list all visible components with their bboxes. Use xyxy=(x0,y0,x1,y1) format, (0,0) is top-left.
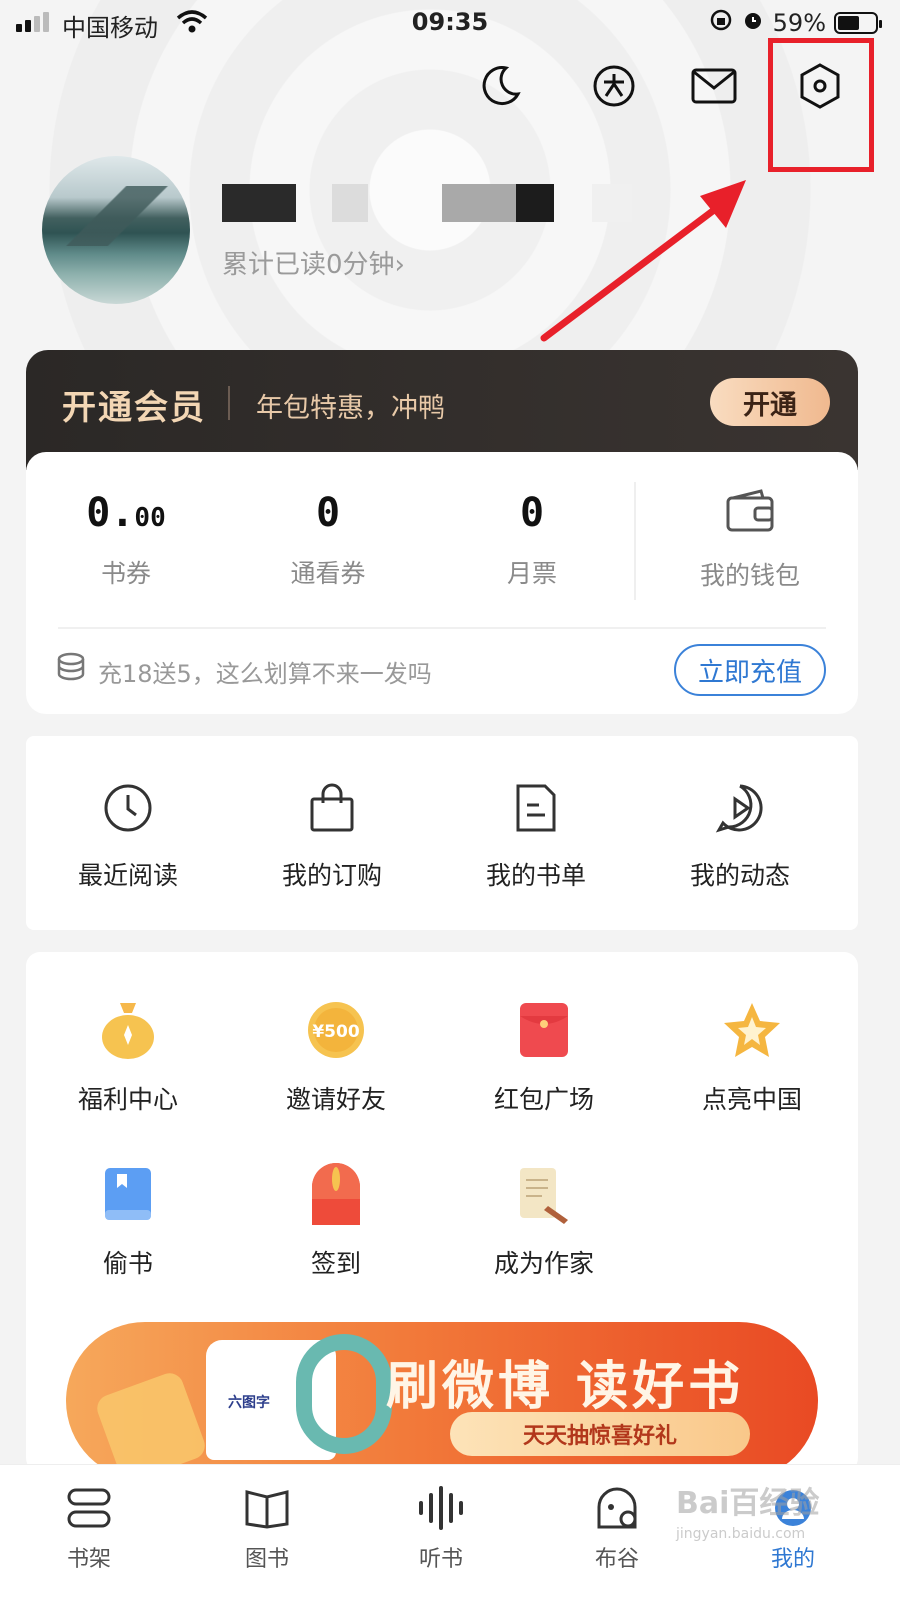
coin-500-icon: ¥500 xyxy=(236,998,436,1062)
banner-tagline: 天天抽惊喜好礼 xyxy=(450,1412,750,1456)
shortcut-label: 最近阅读 xyxy=(77,861,178,890)
my-wallet-button[interactable]: 我的钱包 xyxy=(650,488,850,592)
feature-become-writer[interactable]: 成为作家 xyxy=(444,1162,644,1280)
shortcuts-card: 最近阅读 我的订购 我的书单 我的动态 xyxy=(26,736,858,930)
recharge-promo-text: 充18送5，这么划算不来一发吗 xyxy=(98,660,432,688)
stat-label: 月票 xyxy=(506,559,557,588)
banner-headline: 刷微博 读好书 xyxy=(386,1357,745,1417)
feature-light-up-china[interactable]: 点亮中国 xyxy=(652,998,852,1116)
battery-icon xyxy=(834,12,882,34)
wallet-icon xyxy=(650,488,850,536)
reading-time-link[interactable]: 累计已读0分钟› xyxy=(222,244,405,281)
alarm-icon xyxy=(741,8,765,38)
mail-icon[interactable] xyxy=(684,56,744,116)
feature-label: 邀请好友 xyxy=(285,1085,386,1114)
red-envelope-icon xyxy=(444,998,644,1062)
book-icon xyxy=(28,1162,228,1226)
neck-fan-image xyxy=(296,1334,392,1454)
feature-label: 红包广场 xyxy=(493,1085,594,1114)
watermark-url: jingyan.baidu.com xyxy=(676,1526,806,1542)
stat-book-coupon[interactable]: 0.00 书券 xyxy=(26,490,226,590)
tab-label: 听书 xyxy=(418,1547,463,1572)
feature-label: 偷书 xyxy=(102,1249,153,1278)
wallet-card: 0.00 书券 0 通看券 0 月票 我的钱包 充18送5，这么划算不来一发吗 … xyxy=(26,452,858,714)
stat-value: 0 xyxy=(519,490,545,536)
soundwave-icon xyxy=(386,1483,496,1533)
tab-label: 书架 xyxy=(66,1547,111,1572)
star-icon xyxy=(652,998,852,1062)
stat-label: 书券 xyxy=(100,559,151,588)
feature-invite-friends[interactable]: ¥500 邀请好友 xyxy=(236,998,436,1116)
tab-books[interactable]: 图书 xyxy=(212,1483,322,1573)
stat-value-decimal: 00 xyxy=(134,503,166,533)
stat-monthly-ticket[interactable]: 0 月票 xyxy=(432,490,632,590)
baidu-watermark: Bai百经验 jingyan.baidu.com xyxy=(676,1478,819,1542)
shortcut-label: 我的书单 xyxy=(485,861,586,890)
status-bar: 中国移动 09:35 59% xyxy=(0,0,900,46)
stat-pass-coupon[interactable]: 0 通看券 xyxy=(228,490,428,590)
tab-audiobooks[interactable]: 听书 xyxy=(386,1483,496,1573)
feature-welfare-center[interactable]: 福利中心 xyxy=(28,998,228,1116)
stat-divider xyxy=(634,482,636,600)
shortcut-my-orders[interactable]: 我的订购 xyxy=(232,780,432,892)
tab-label: 图书 xyxy=(244,1547,289,1572)
promo-banner[interactable]: 六图字 刷微博 读好书 天天抽惊喜好礼 xyxy=(66,1322,818,1480)
vip-subtitle: 年包特惠，冲鸭 xyxy=(256,393,445,424)
shortcut-my-activity[interactable]: 我的动态 xyxy=(640,780,840,892)
feature-label: 成为作家 xyxy=(493,1249,594,1278)
feature-steal-book[interactable]: 偷书 xyxy=(28,1162,228,1280)
username-redacted xyxy=(222,184,642,222)
checkin-icon xyxy=(236,1162,436,1226)
tshirt-text: 六图字 xyxy=(228,1395,270,1411)
recharge-button[interactable]: 立即充值 xyxy=(674,644,826,696)
bird-icon xyxy=(562,1483,672,1533)
feature-red-envelope-square[interactable]: 红包广场 xyxy=(444,998,644,1116)
tab-bookshelf[interactable]: 书架 xyxy=(34,1483,144,1573)
shortcut-label: 我的订购 xyxy=(281,861,382,890)
stat-value: 0 xyxy=(315,490,341,536)
coin-stack-icon xyxy=(56,652,86,686)
battery-percent: 59% xyxy=(772,9,826,37)
vip-title: 开通会员 xyxy=(62,388,206,428)
shopping-bag-icon xyxy=(232,780,432,836)
bookshelf-icon xyxy=(34,1483,144,1533)
open-book-icon xyxy=(212,1483,322,1533)
scroll-pen-icon xyxy=(444,1162,644,1226)
pace-icon[interactable] xyxy=(584,56,644,116)
feature-check-in[interactable]: 签到 xyxy=(236,1162,436,1280)
feature-label: 福利中心 xyxy=(77,1085,178,1114)
chevron-right-icon: › xyxy=(394,250,405,280)
reading-time-text: 累计已读0分钟 xyxy=(222,250,395,280)
shortcut-label: 我的动态 xyxy=(689,861,790,890)
clock-icon xyxy=(28,780,228,836)
document-icon xyxy=(436,780,636,836)
vip-divider xyxy=(228,386,230,420)
feature-label: 签到 xyxy=(310,1249,361,1278)
tab-label: 布谷 xyxy=(594,1547,639,1572)
stat-value: 0. xyxy=(86,490,135,536)
moon-icon[interactable] xyxy=(470,56,530,116)
stat-label: 通看券 xyxy=(290,559,366,588)
shortcut-recent-reading[interactable]: 最近阅读 xyxy=(28,780,228,892)
money-bag-icon xyxy=(28,998,228,1062)
play-bubble-icon xyxy=(640,780,840,836)
coin-500-text: ¥500 xyxy=(312,1022,359,1042)
tab-bugu[interactable]: 布谷 xyxy=(562,1483,672,1573)
rotation-lock-icon xyxy=(709,8,733,38)
wallet-label: 我的钱包 xyxy=(699,561,800,590)
feature-label: 点亮中国 xyxy=(701,1085,802,1114)
vip-open-button[interactable]: 开通 xyxy=(710,378,830,426)
wallet-divider xyxy=(58,627,826,629)
settings-highlight-box xyxy=(768,38,874,172)
watermark-text: Bai百经验 xyxy=(676,1486,820,1521)
avatar[interactable] xyxy=(42,156,190,304)
tab-label: 我的 xyxy=(770,1547,815,1572)
shortcut-my-booklist[interactable]: 我的书单 xyxy=(436,780,636,892)
